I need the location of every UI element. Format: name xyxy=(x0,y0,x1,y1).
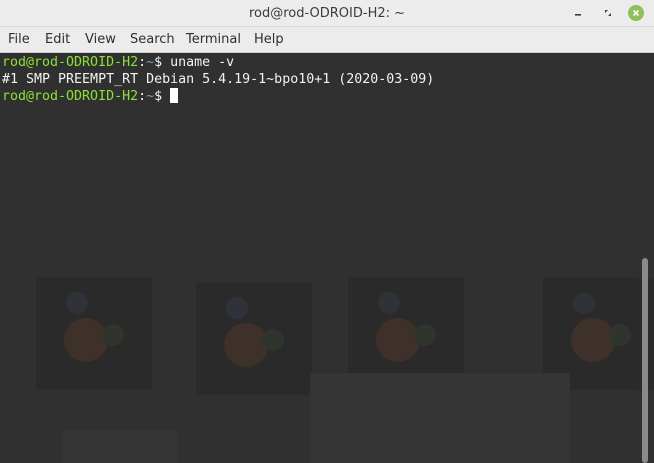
command-text: uname -v xyxy=(170,55,235,70)
command-output: #1 SMP PREEMPT_RT Debian 5.4.19-1~bpo10+… xyxy=(2,72,435,87)
minimize-icon xyxy=(575,14,581,16)
menu-help[interactable]: Help xyxy=(254,32,284,47)
menu-bar: File Edit View Search Terminal Help xyxy=(0,27,654,53)
maximize-button[interactable] xyxy=(600,5,616,21)
background-image xyxy=(62,431,178,463)
terminal-window: rod@rod-ODROID-H2: ~ File Edit View Sear… xyxy=(0,0,654,463)
prompt-user: rod@rod-ODROID-H2 xyxy=(2,89,139,104)
prompt-user: rod@rod-ODROID-H2 xyxy=(2,55,139,70)
minimize-button[interactable] xyxy=(570,5,586,21)
terminal-line: #1 SMP PREEMPT_RT Debian 5.4.19-1~bpo10+… xyxy=(2,71,434,88)
background-showthrough xyxy=(0,53,654,463)
close-button[interactable] xyxy=(628,5,644,21)
vertical-scrollbar[interactable] xyxy=(642,258,648,463)
terminal-line: rod@rod-ODROID-H2:~$ uname -v xyxy=(2,54,434,71)
maximize-icon xyxy=(605,10,611,16)
prompt-separator: : xyxy=(138,89,147,104)
menu-search[interactable]: Search xyxy=(130,32,175,47)
title-bar[interactable]: rod@rod-ODROID-H2: ~ xyxy=(0,0,654,27)
prompt-separator: : xyxy=(138,55,147,70)
background-image xyxy=(196,283,312,395)
terminal-output: rod@rod-ODROID-H2:~$ uname -v #1 SMP PREE… xyxy=(2,54,434,105)
menu-view[interactable]: View xyxy=(85,32,116,47)
terminal-area[interactable]: rod@rod-ODROID-H2:~$ uname -v #1 SMP PREE… xyxy=(0,53,654,463)
prompt-symbol: $ xyxy=(154,55,171,70)
close-icon xyxy=(632,9,640,17)
background-image xyxy=(36,278,152,390)
prompt-path: ~ xyxy=(146,55,155,70)
prompt-path: ~ xyxy=(146,89,155,104)
prompt-symbol: $ xyxy=(154,89,171,104)
terminal-line: rod@rod-ODROID-H2:~$ xyxy=(2,88,434,105)
menu-edit[interactable]: Edit xyxy=(45,32,70,47)
window-title: rod@rod-ODROID-H2: ~ xyxy=(248,6,406,21)
text-cursor xyxy=(170,88,179,103)
menu-terminal[interactable]: Terminal xyxy=(186,32,241,47)
background-window xyxy=(310,373,570,463)
menu-file[interactable]: File xyxy=(8,32,30,47)
